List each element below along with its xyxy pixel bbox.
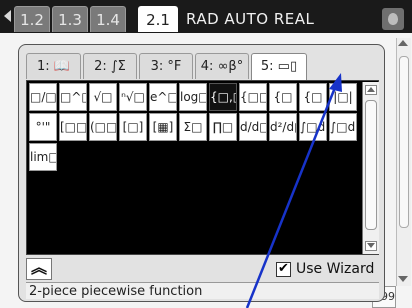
template-sum[interactable]: Σ□	[179, 113, 207, 141]
template-matrix-mxn[interactable]: [▦]	[149, 113, 177, 141]
back-arrow-icon[interactable]	[4, 10, 11, 22]
template-grid: □/□ □^□ √□ ⁿ√□ e^□ log□ {□,□ {□□□ {□ {□ …	[26, 80, 379, 255]
template-piecewise-2[interactable]: {□,□	[209, 83, 237, 111]
template-definite-integral[interactable]: ∫□d□	[299, 113, 327, 141]
infinity-beta-icon: ∞β°	[217, 59, 244, 74]
tab-templates-3[interactable]: 3: °F	[139, 53, 193, 79]
template-log[interactable]: log□	[179, 83, 207, 111]
scroll-thumb[interactable]	[365, 100, 377, 230]
template-second-derivative[interactable]: d²/d□	[269, 113, 297, 141]
scroll-down-icon[interactable]	[398, 276, 408, 282]
template-fraction[interactable]: □/□	[29, 83, 57, 111]
template-product[interactable]: ∏□	[209, 113, 237, 141]
problem-tab-1-2[interactable]: 1.2	[14, 6, 50, 32]
document-settings: RAD AUTO REAL	[186, 10, 315, 28]
degree-icon: °F	[167, 59, 182, 74]
tab-templates-1[interactable]: 1: 📖	[26, 53, 81, 79]
template-nth-root[interactable]: ⁿ√□	[119, 83, 147, 111]
template-icon: ▭▯	[277, 59, 298, 74]
document-scrollbar[interactable]	[396, 38, 411, 286]
scroll-thumb[interactable]	[399, 56, 409, 228]
template-scrollbar[interactable]	[362, 82, 379, 254]
template-dms[interactable]: °'"	[29, 113, 57, 141]
top-bar: 1.2 1.3 1.4 2.1 RAD AUTO REAL	[0, 0, 412, 33]
template-description: 2-piece piecewise function	[26, 282, 379, 299]
tab-templates-4[interactable]: 4: ∞β°	[195, 53, 249, 79]
scroll-up-icon[interactable]	[398, 40, 408, 46]
integral-sum-icon: ∫Σ	[110, 59, 126, 74]
template-matrix-2x2[interactable]: [□□]	[59, 113, 87, 141]
tab-templates-5[interactable]: 5: ▭▯	[251, 53, 307, 81]
math-template-palette: 1: 📖 2: ∫Σ 3: °F 4: ∞β° 5: ▭▯ □/□ □^□ √□…	[18, 44, 385, 302]
template-square-root[interactable]: √□	[89, 83, 117, 111]
template-e-exponent[interactable]: e^□	[149, 83, 177, 111]
collapse-button[interactable]: ︽	[26, 258, 52, 280]
problem-tab-2-1[interactable]: 2.1	[138, 6, 178, 32]
scroll-down-icon[interactable]	[365, 241, 377, 251]
template-system-n[interactable]: {□	[299, 83, 327, 111]
template-indefinite-integral[interactable]: ∫□d□	[329, 113, 357, 141]
template-system-2[interactable]: {□	[269, 83, 297, 111]
use-wizard-label: Use Wizard	[296, 261, 375, 277]
problem-tab-1-3[interactable]: 1.3	[52, 6, 88, 32]
template-piecewise-n[interactable]: {□□□	[239, 83, 267, 111]
use-wizard-option[interactable]: ✔ Use Wizard	[276, 258, 374, 280]
template-derivative[interactable]: d/d□	[239, 113, 267, 141]
template-column-vector[interactable]: [□]	[119, 113, 147, 141]
tab-templates-2[interactable]: 2: ∫Σ	[83, 53, 137, 79]
template-limit[interactable]: lim□	[29, 143, 57, 171]
problem-tab-1-4[interactable]: 1.4	[90, 6, 126, 32]
template-exponent[interactable]: □^□	[59, 83, 87, 111]
template-absolute-value[interactable]: |□|	[329, 83, 357, 111]
template-row-vector[interactable]: (□□)	[89, 113, 117, 141]
battery-icon	[382, 8, 404, 30]
scroll-up-icon[interactable]	[365, 85, 377, 95]
double-chevron-up-icon: ︽	[30, 258, 47, 277]
book-icon: 📖	[53, 59, 70, 74]
use-wizard-checkbox[interactable]: ✔	[276, 261, 291, 277]
